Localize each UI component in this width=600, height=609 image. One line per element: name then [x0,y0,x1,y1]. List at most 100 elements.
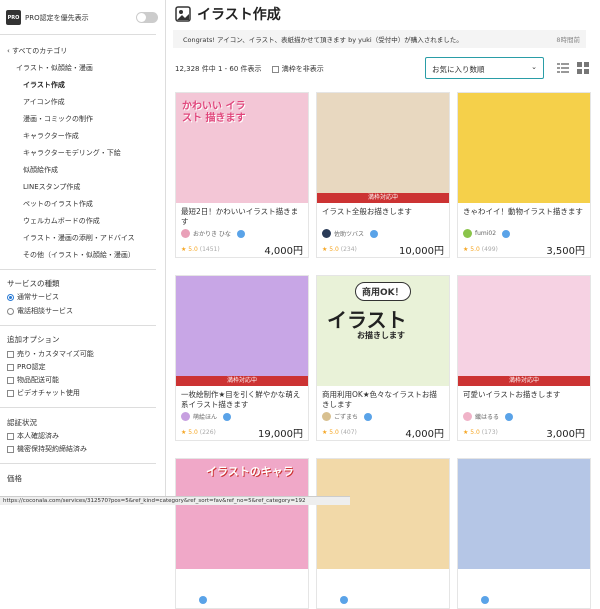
category-item[interactable]: 漫画・コミックの制作 [23,114,93,124]
service-thumbnail[interactable]: 満枠対応中 [458,276,590,386]
service-card[interactable]: 満枠対応中 イラスト全般お描きします佐助ツバス ★ 5.0 (234) 10,000円 [316,92,450,258]
avatar[interactable] [322,229,331,238]
radio-icon[interactable] [7,307,14,315]
service-thumbnail[interactable] [458,93,590,203]
avatar[interactable] [463,595,472,604]
list-view-icon[interactable] [557,62,569,74]
service-card[interactable]: きゃわイイ！動物イラスト描きます fumi02 ★ 5.0 (499) 3,500円 [457,92,591,258]
service-thumbnail[interactable]: かわいい イラスト 描きます [176,93,308,203]
category-item[interactable]: アイコン作成 [23,97,65,107]
service-thumbnail[interactable]: 商用OK！ イラスト お描きします [317,276,449,386]
service-title[interactable] [176,569,308,591]
checkbox-icon[interactable] [7,445,14,453]
service-card[interactable] [457,458,591,609]
service-thumbnail[interactable]: 満枠対応中 [176,276,308,386]
service-thumbnail[interactable] [317,459,449,569]
service-card[interactable]: 商用OK！ イラスト お描きします 商用利用OK★色々なイラストお描きしますごずまち ★… [316,275,450,441]
sort-select[interactable]: お気に入り数順 ⌄ [425,57,544,79]
seller-name[interactable]: 萌絵ほん [193,412,217,421]
service-title[interactable] [458,569,590,591]
category-item[interactable]: ペットのイラスト作成 [23,199,93,209]
option-checkbox[interactable]: 物品配送可能 [7,375,59,385]
checkbox-icon[interactable] [7,350,14,358]
hide-closed-checkbox[interactable]: 満枠を非表示 [271,65,324,73]
seller-name[interactable]: fumi02 [475,230,496,237]
result-count-row: 12,328 件中 1 - 60 件表示 満枠を非表示 [175,64,324,74]
avatar[interactable] [322,595,331,604]
avatar[interactable] [181,595,190,604]
service-card[interactable]: 満枠対応中 可愛いイラストお描きします織はるる ★ 5.0 (173) 3,000円 [457,275,591,441]
rating: ★ 5.0 (499) [463,246,498,253]
avatar[interactable] [181,229,190,238]
option-checkbox[interactable]: PRO認定 [7,362,46,372]
badge-icon [364,412,373,421]
seller-row: 萌絵ほん [176,408,308,421]
divider [0,269,156,270]
sidebar: PRO PRO認定を優先表示 ‹ すべてのカテゴリ イラスト・似顔絵・漫画 イラ… [0,0,166,505]
badge-icon [223,412,232,421]
category-item-illustration[interactable]: イラスト作成 [23,80,65,90]
rating: ★ 5.0 (234) [322,246,357,253]
category-item[interactable]: 似顔絵作成 [23,165,58,175]
all-categories-link[interactable]: ‹ すべてのカテゴリ [7,46,67,56]
price: 10,000円 [399,246,444,257]
notice-text: Congrats! アイコン、イラスト、表紙描かせて頂きます by yuki（受… [183,36,463,44]
service-thumbnail[interactable]: イラストのキャラ [176,459,308,569]
service-title[interactable]: イラスト全般お描きします [317,203,449,225]
seller-row: 佐助ツバス [317,225,449,238]
thumbnail-caption: かわいい イラスト 描きます [182,101,246,124]
pro-filter[interactable]: PRO PRO認定を優先表示 [6,10,158,25]
parent-category-link[interactable]: イラスト・似顔絵・漫画 [16,63,93,73]
seller-name[interactable]: 織はるる [475,412,499,421]
avatar[interactable] [463,412,472,421]
category-item[interactable]: ウェルカムボードの作成 [23,216,100,226]
option-checkbox[interactable]: ビデオチャット使用 [7,388,80,398]
avatar[interactable] [181,412,190,421]
checkbox-icon[interactable] [7,363,14,371]
service-card[interactable]: 満枠対応中 一枚絵制作★目を引く鮮やかな萌え系イラスト描きます 萌絵ほん ★ 5.0 … [175,275,309,441]
service-title[interactable]: きゃわイイ！動物イラスト描きます [458,203,590,225]
price-row: ★ 5.0 (407) 4,000円 [317,421,449,440]
service-title[interactable] [317,569,449,591]
avatar[interactable] [322,412,331,421]
grid-view-icon[interactable] [577,62,589,74]
seller-name[interactable]: おかりき ひな [193,229,231,238]
checkbox-icon[interactable] [7,432,14,440]
price-row: ★ 5.0 (173) 3,000円 [458,421,590,440]
service-title[interactable]: 最短2日！かわいいイラスト描きます [176,203,308,225]
verification-checkbox[interactable]: 本人確認済み [7,431,59,441]
option-checkbox[interactable]: 売り・カスタマイズ可能 [7,349,94,359]
in-progress-band: 満枠対応中 [176,376,308,386]
pro-badge: PRO [6,10,21,25]
category-item[interactable]: イラスト・漫画の添削・アドバイス [23,233,135,243]
pro-toggle[interactable] [136,12,158,23]
category-item[interactable]: キャラクターモデリング・下絵 [23,148,121,158]
service-title[interactable]: 商用利用OK★色々なイラストお描きします [317,386,449,408]
seller-row: ごずまち [317,408,449,421]
category-item[interactable]: その他（イラスト・似顔絵・漫画） [23,250,135,260]
checkbox-icon[interactable] [7,376,14,384]
radio-selected-icon[interactable] [7,293,14,301]
service-thumbnail[interactable] [458,459,590,569]
avatar[interactable] [463,229,472,238]
checkbox-icon[interactable] [271,65,279,73]
pro-filter-label: PRO認定を優先表示 [25,13,89,22]
seller-name[interactable]: 佐助ツバス [334,229,364,238]
service-thumbnail[interactable]: 満枠対応中 [317,93,449,203]
seller-name[interactable]: ごずまち [334,412,358,421]
service-card[interactable]: かわいい イラスト 描きます最短2日！かわいいイラスト描きますおかりき ひな ★ … [175,92,309,258]
service-type-option[interactable]: 電話相談サービス [7,306,73,316]
thumbnail-caption: イラストのキャラ [206,465,294,478]
service-card[interactable]: イラストのキャラ [175,458,309,609]
service-type-option[interactable]: 通常サービス [7,292,59,302]
service-card[interactable] [316,458,450,609]
price: 19,000円 [258,429,303,440]
verification-checkbox[interactable]: 機密保持契約締結済み [7,444,87,454]
seller-row [458,591,590,604]
rating: ★ 5.0 (1451) [181,246,220,253]
category-item[interactable]: LINEスタンプ作成 [23,182,80,192]
category-item[interactable]: キャラクター作成 [23,131,79,141]
checkbox-icon[interactable] [7,389,14,397]
service-title[interactable]: 可愛いイラストお描きします [458,386,590,408]
service-title[interactable]: 一枚絵制作★目を引く鮮やかな萌え系イラスト描きます [176,386,308,408]
